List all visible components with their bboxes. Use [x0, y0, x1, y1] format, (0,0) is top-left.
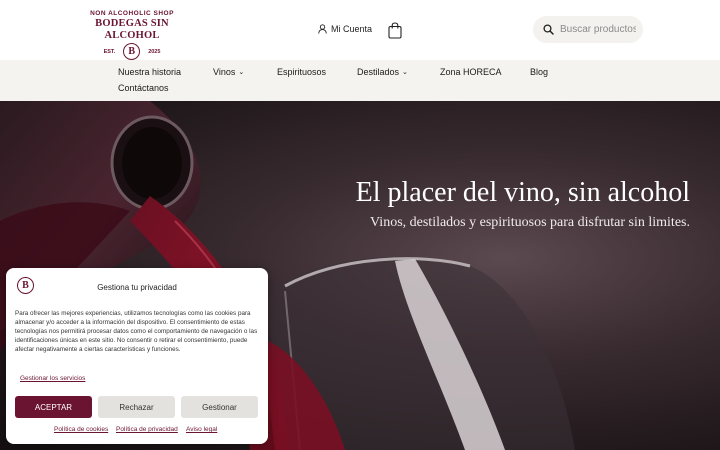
accept-button[interactable]: ACEPTAR	[15, 396, 92, 418]
consent-text: Para ofrecer las mejores experiencias, u…	[15, 310, 258, 353]
search-input[interactable]	[560, 24, 636, 35]
nav-label: Espirituosos	[277, 67, 327, 77]
brand-logo[interactable]: NON ALCOHOLIC SHOP BODEGAS SIN ALCOHOL E…	[72, 10, 192, 60]
chevron-down-icon: ⌄	[402, 69, 408, 76]
nav-item-zona-horeca[interactable]: Zona HORECA	[440, 67, 502, 77]
reject-button[interactable]: Rechazar	[98, 396, 175, 418]
search-box[interactable]	[533, 16, 643, 43]
user-icon	[318, 24, 327, 34]
privacy-consent-modal: B Gestiona tu privacidad Para ofrecer la…	[6, 268, 268, 444]
nav-item-vinos[interactable]: Vinos ⌄	[213, 67, 244, 77]
hero-title: El placer del vino, sin alcohol	[355, 177, 690, 208]
brand-est-label: EST.	[103, 48, 116, 55]
nav-item-espirituosos[interactable]: Espirituosos	[277, 67, 326, 77]
site-header: NON ALCOHOLIC SHOP BODEGAS SIN ALCOHOL E…	[0, 0, 720, 60]
main-nav: Nuestra historia Vinos ⌄ Espirituosos De…	[0, 60, 720, 101]
nav-item-nuestra-historia[interactable]: Nuestra historia	[118, 67, 181, 77]
nav-item-contactanos[interactable]: Contáctanos	[118, 83, 169, 93]
brand-name: BODEGAS SIN ALCOHOL	[95, 18, 169, 41]
legal-notice-link[interactable]: Aviso legal	[186, 426, 217, 433]
nav-label: Zona HORECA	[440, 67, 502, 77]
brand-est-row: EST. B 2025	[72, 43, 192, 60]
nav-label: Blog	[530, 67, 549, 77]
account-link[interactable]: Mi Cuenta	[318, 24, 372, 34]
shopping-bag-icon	[388, 22, 402, 39]
cart-button[interactable]	[388, 22, 402, 44]
privacy-policy-link[interactable]: Política de privacidad	[116, 426, 178, 433]
consent-title: Gestiona tu privacidad	[97, 283, 177, 292]
hero-subtitle: Vinos, destilados y espirituosos para di…	[370, 215, 690, 230]
nav-item-destilados[interactable]: Destilados ⌄	[357, 67, 408, 77]
chevron-down-icon: ⌄	[238, 69, 245, 76]
brand-year: 2025	[148, 48, 161, 55]
nav-label: Destilados	[357, 67, 400, 77]
nav-item-blog[interactable]: Blog	[530, 67, 548, 77]
manage-button[interactable]: Gestionar	[181, 396, 258, 418]
cookie-policy-link[interactable]: Política de cookies	[54, 426, 108, 433]
manage-services-link[interactable]: Gestionar los servicios	[20, 375, 85, 382]
nav-label: Vinos	[213, 67, 236, 77]
brand-tagline: NON ALCOHOLIC SHOP	[90, 10, 174, 17]
brand-badge-icon: B	[123, 43, 141, 60]
nav-label: Nuestra historia	[118, 67, 182, 77]
search-icon[interactable]	[543, 24, 554, 35]
nav-label: Contáctanos	[118, 83, 169, 93]
account-label: Mi Cuenta	[331, 24, 373, 34]
